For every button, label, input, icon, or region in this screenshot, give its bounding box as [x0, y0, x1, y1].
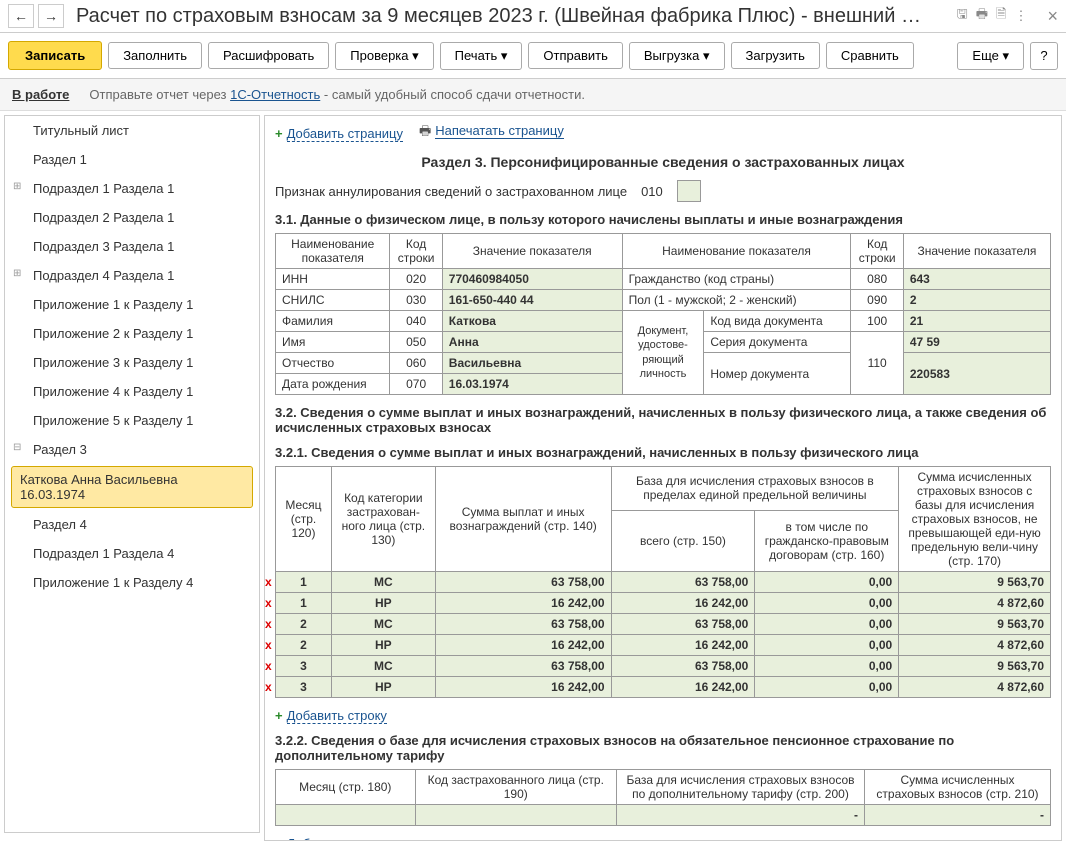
delete-row-icon[interactable]: x	[265, 575, 272, 589]
content-area: +Добавить страницу 🖶Напечатать страницу …	[264, 115, 1062, 841]
table-row: x2НР16 242,0016 242,000,004 872,60	[276, 635, 1051, 656]
help-button[interactable]: ?	[1030, 42, 1058, 70]
table-321: Месяц (стр. 120) Код категории застрахов…	[275, 466, 1051, 698]
save-icon[interactable]: 🖫	[957, 5, 968, 27]
nav-app2[interactable]: Приложение 2 к Разделу 1	[5, 319, 259, 348]
s321-title: 3.2.1. Сведения о сумме выплат и иных во…	[275, 445, 1051, 460]
forward-button[interactable]: →	[38, 4, 64, 28]
back-button[interactable]: ←	[8, 4, 34, 28]
preview-icon[interactable]: 🗎	[996, 5, 1006, 27]
nav-sub4-1[interactable]: Подраздел 1 Раздела 4	[5, 539, 259, 568]
check-button[interactable]: Проверка	[335, 42, 433, 70]
nav-person[interactable]: Каткова Анна Васильевна 16.03.1974	[11, 466, 253, 508]
nav-app4-1[interactable]: Приложение 1 к Разделу 4	[5, 568, 259, 597]
nav-sub1-1[interactable]: Подраздел 1 Раздела 1	[5, 174, 259, 203]
delete-row-icon[interactable]: x	[265, 617, 272, 631]
nav-sub1-3[interactable]: Подраздел 3 Раздела 1	[5, 232, 259, 261]
nav-title[interactable]: Титульный лист	[5, 116, 259, 145]
nav-app1[interactable]: Приложение 1 к Разделу 1	[5, 290, 259, 319]
status-hint: Отправьте отчет через 1С-Отчетность - са…	[89, 87, 585, 102]
status-link[interactable]: В работе	[12, 87, 69, 102]
delete-row-icon[interactable]: x	[265, 659, 272, 673]
print-page-link[interactable]: Напечатать страницу	[435, 123, 564, 139]
nav-app5[interactable]: Приложение 5 к Разделу 1	[5, 406, 259, 435]
annul-checkbox[interactable]	[677, 180, 701, 202]
table-row: - -	[276, 805, 1051, 826]
close-icon[interactable]: ×	[1047, 6, 1058, 27]
s322-title: 3.2.2. Сведения о базе для исчисления ст…	[275, 733, 1051, 763]
menu-icon[interactable]: ⋮	[1014, 8, 1027, 24]
more-button[interactable]: Еще	[957, 42, 1024, 70]
printer-icon: 🖶	[419, 123, 431, 138]
print-icon[interactable]: 🖶	[976, 5, 988, 27]
delete-row-icon[interactable]: x	[265, 596, 272, 610]
nav-app3[interactable]: Приложение 3 к Разделу 1	[5, 348, 259, 377]
add-row-link-321[interactable]: Добавить строку	[287, 708, 387, 724]
delete-row-icon[interactable]: x	[265, 638, 272, 652]
table-row: x3МС63 758,0063 758,000,009 563,70	[276, 656, 1051, 677]
reporting-link[interactable]: 1С-Отчетность	[230, 87, 320, 102]
plus-icon: +	[275, 708, 283, 723]
plus-icon: +	[275, 836, 283, 841]
add-row-link-322[interactable]: Добавить строку	[287, 836, 387, 841]
table-row: x1МС63 758,0063 758,000,009 563,70	[276, 572, 1051, 593]
nav-section3[interactable]: Раздел 3	[5, 435, 259, 464]
delete-row-icon[interactable]: x	[265, 680, 272, 694]
window-title: Расчет по страховым взносам за 9 месяцев…	[76, 5, 957, 28]
annul-label: Признак аннулирования сведений о застрах…	[275, 184, 627, 199]
add-page-link[interactable]: Добавить страницу	[287, 126, 403, 142]
print-button[interactable]: Печать	[440, 42, 523, 70]
nav-sub1-4[interactable]: Подраздел 4 Раздела 1	[5, 261, 259, 290]
s32-title: 3.2. Сведения о сумме выплат и иных возн…	[275, 405, 1051, 435]
table-row: x1НР16 242,0016 242,000,004 872,60	[276, 593, 1051, 614]
fill-button[interactable]: Заполнить	[108, 42, 202, 69]
sidebar: Титульный лист Раздел 1 Подраздел 1 Разд…	[4, 115, 260, 833]
send-button[interactable]: Отправить	[528, 42, 622, 69]
nav-sub1-2[interactable]: Подраздел 2 Раздела 1	[5, 203, 259, 232]
nav-section1[interactable]: Раздел 1	[5, 145, 259, 174]
compare-button[interactable]: Сравнить	[826, 42, 914, 69]
write-button[interactable]: Записать	[8, 41, 102, 70]
nav-section4[interactable]: Раздел 4	[5, 510, 259, 539]
section3-title: Раздел 3. Персонифицированные сведения о…	[275, 154, 1051, 170]
table-row: x2МС63 758,0063 758,000,009 563,70	[276, 614, 1051, 635]
table-31: Наименование показателя Код строки Значе…	[275, 233, 1051, 395]
decrypt-button[interactable]: Расшифровать	[208, 42, 329, 69]
table-row: x3НР16 242,0016 242,000,004 872,60	[276, 677, 1051, 698]
nav-app4[interactable]: Приложение 4 к Разделу 1	[5, 377, 259, 406]
plus-icon: +	[275, 126, 283, 141]
s31-title: 3.1. Данные о физическом лице, в пользу …	[275, 212, 1051, 227]
export-button[interactable]: Выгрузка	[629, 42, 725, 70]
annul-code: 010	[641, 184, 663, 199]
load-button[interactable]: Загрузить	[731, 42, 820, 69]
table-322: Месяц (стр. 180) Код застрахованного лиц…	[275, 769, 1051, 826]
